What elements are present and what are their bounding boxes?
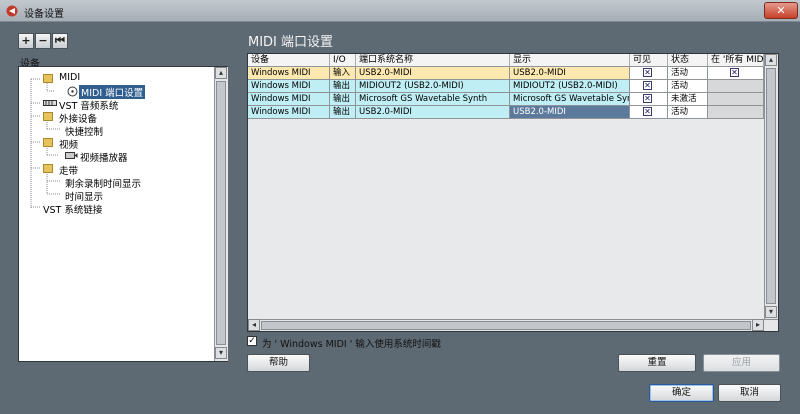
tree-item-time-display[interactable]: 时间显示 [65,189,103,203]
title-bar[interactable]: 设备设置 ✕ [0,0,800,22]
add-device-button[interactable]: + [18,33,34,49]
column-header-all-midi-inputs[interactable]: 在 '所有 MIDI [708,54,764,67]
cancel-button[interactable]: 取消 [718,384,781,402]
apply-button[interactable]: 应用 [703,354,780,372]
visible-checkbox[interactable]: ✕ [643,107,652,116]
reset-button[interactable]: 重置 [618,354,696,372]
table-cell-device[interactable]: Windows MIDI [248,106,330,119]
table-cell-state[interactable]: 活动 [668,80,708,93]
tree-scrollbar[interactable]: ▴ ▾ [214,67,228,361]
table-cell-all-midi [708,106,764,119]
device-settings-window: 设备设置 ✕ + − ⏮ 设备 MIDI 端口设置 MIDI MIDI 端口设置… [0,0,800,414]
table-vertical-scrollbar[interactable]: ▴ ▾ [764,54,778,319]
tree-item-record-time-max[interactable]: 剩余录制时间显示 [65,176,141,190]
table-cell-display[interactable]: USB2.0-MIDI [510,106,630,119]
scroll-up-icon[interactable]: ▴ [215,67,227,79]
ok-button[interactable]: 确定 [649,384,714,402]
scroll-down-icon[interactable]: ▾ [765,306,777,318]
help-button[interactable]: 帮助 [247,354,310,372]
column-header-system-name[interactable]: 端口系统名称 [356,54,510,67]
midi-port-icon [67,86,78,97]
tree-item-midi[interactable]: MIDI [59,72,80,83]
table-cell-device[interactable]: Windows MIDI [248,93,330,106]
table-cell-io[interactable]: 输出 [330,80,356,93]
tree-item-quick-controls[interactable]: 快捷控制 [65,124,103,138]
close-button[interactable]: ✕ [764,2,798,19]
reset-device-button[interactable]: ⏮ [52,33,68,49]
tree-item-transport[interactable]: 走带 [59,163,78,177]
table-cell-io[interactable]: 输出 [330,106,356,119]
page-title: MIDI 端口设置 [248,35,334,50]
remove-device-button[interactable]: − [35,33,51,49]
table-cell-visible: ✕ [630,80,668,93]
table-cell-visible: ✕ [630,106,668,119]
tree-item-midi-port-setup[interactable]: MIDI 端口设置 [79,85,146,99]
table-cell-display[interactable]: Microsoft GS Wavetable Synth [510,93,630,106]
visible-checkbox[interactable]: ✕ [643,81,652,90]
table-cell-device[interactable]: Windows MIDI [248,80,330,93]
folder-icon [43,112,53,121]
table-cell-display[interactable]: USB2.0-MIDI [510,67,630,80]
table-cell-io[interactable]: 输入 [330,67,356,80]
table-cell-device[interactable]: Windows MIDI [248,67,330,80]
folder-icon [43,138,53,147]
device-tree: MIDI MIDI 端口设置 VST 音频系统 外接设备 快捷控制 视频 视频播… [18,66,228,362]
table-cell-state[interactable]: 未激活 [668,93,708,106]
folder-icon [43,74,53,83]
table-cell-state[interactable]: 活动 [668,106,708,119]
column-header-io[interactable]: I/O [330,54,356,67]
table-cell-system-name[interactable]: USB2.0-MIDI [356,106,510,119]
scroll-thumb[interactable] [216,81,226,345]
tree-item-external-devices[interactable]: 外接设备 [59,111,97,125]
scroll-up-icon[interactable]: ▴ [765,54,777,66]
window-title: 设备设置 [24,9,64,20]
midi-port-table: 设备 I/O 端口系统名称 显示 可见 状态 在 '所有 MIDI Window… [247,53,779,332]
table-cell-system-name[interactable]: MIDIOUT2 (USB2.0-MIDI) [356,80,510,93]
table-cell-system-name[interactable]: Microsoft GS Wavetable Synth [356,93,510,106]
scroll-down-icon[interactable]: ▾ [215,347,227,359]
tree-item-video-player[interactable]: 视频播放器 [80,150,128,164]
column-header-visible[interactable]: 可见 [630,54,668,67]
tree-item-vst-audio-system[interactable]: VST 音频系统 [59,98,118,112]
column-header-device[interactable]: 设备 [248,54,330,67]
table-cell-all-midi: ✕ [708,67,764,80]
tree-item-video[interactable]: 视频 [59,137,78,151]
scroll-thumb[interactable] [766,68,776,304]
table-cell-system-name[interactable]: USB2.0-MIDI [356,67,510,80]
video-device-icon [65,152,78,159]
tree-item-vst-system-link[interactable]: VST 系统链接 [43,202,102,216]
table-cell-io[interactable]: 输出 [330,93,356,106]
column-header-state[interactable]: 状态 [668,54,708,67]
table-cell-visible: ✕ [630,93,668,106]
table-horizontal-scrollbar[interactable]: ◂ ▸ [248,319,778,331]
scroll-thumb[interactable] [261,321,751,330]
folder-icon [43,164,53,173]
table-cell-all-midi [708,80,764,93]
all-midi-checkbox[interactable]: ✕ [730,68,739,77]
scroll-left-icon[interactable]: ◂ [248,319,260,331]
system-timestamp-label: 为 ' Windows MIDI ' 输入使用系统时间戳 [262,339,441,350]
table-cell-state[interactable]: 活动 [668,67,708,80]
visible-checkbox[interactable]: ✕ [643,68,652,77]
visible-checkbox[interactable]: ✕ [643,94,652,103]
audio-device-icon [43,100,57,106]
column-header-display[interactable]: 显示 [510,54,630,67]
scroll-right-icon[interactable]: ▸ [752,319,764,331]
system-timestamp-checkbox[interactable]: ✓ [247,336,257,346]
table-cell-visible: ✕ [630,67,668,80]
table-cell-display[interactable]: MIDIOUT2 (USB2.0-MIDI) [510,80,630,93]
cubase-logo-icon [6,5,18,17]
table-cell-all-midi [708,93,764,106]
